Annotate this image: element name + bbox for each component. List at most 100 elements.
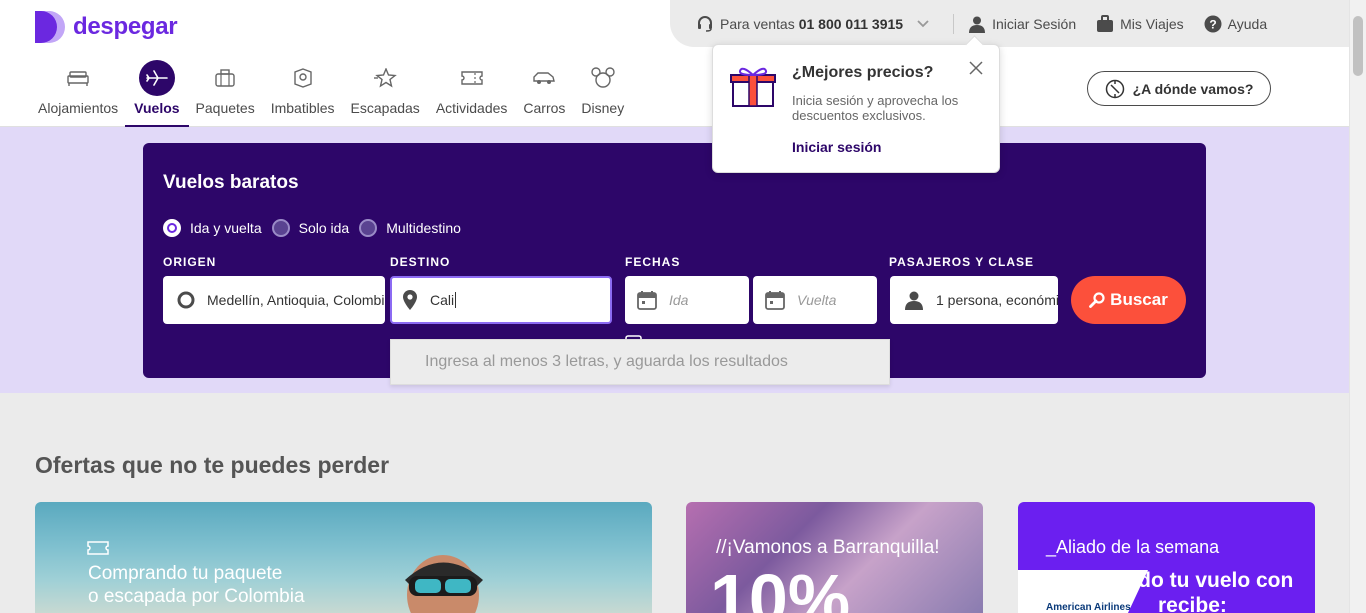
nav-alojamientos[interactable]: Alojamientos	[30, 60, 126, 127]
nav-label: Alojamientos	[38, 100, 119, 116]
search-title: Vuelos baratos	[163, 172, 299, 193]
car-icon	[533, 72, 556, 84]
nav-escapadas[interactable]: Escapadas	[343, 60, 428, 127]
search-icon	[1089, 292, 1105, 308]
badge-icon	[293, 68, 312, 88]
chevron-down-icon	[917, 19, 929, 27]
user-icon	[969, 16, 986, 33]
nav-label: Vuelos	[134, 100, 180, 116]
passengers-value: 1 persona, económica	[936, 292, 1058, 308]
origin-circle-icon	[177, 291, 195, 309]
nav-label: Escapadas	[350, 100, 420, 116]
radio-round-trip[interactable]: Ida y vuelta	[163, 219, 262, 237]
calendar-icon	[637, 291, 657, 310]
search-button-label: Buscar	[1110, 290, 1168, 309]
dates-label: FECHAS	[625, 255, 681, 269]
my-trips-link[interactable]: Mis Viajes	[1096, 14, 1184, 33]
radio-multi-destination[interactable]: Multidestino	[359, 219, 461, 237]
login-link[interactable]: Iniciar Sesión	[968, 15, 1076, 33]
destination-input[interactable]: Cali	[390, 276, 612, 324]
return-placeholder: Vuelta	[797, 292, 837, 308]
help-label: Ayuda	[1227, 15, 1268, 32]
help-icon: ?	[1204, 15, 1222, 32]
destination-value: Cali	[430, 292, 455, 308]
popover-text: Inicia sesión y aprovecha los descuentos…	[792, 93, 959, 123]
radio-circle	[163, 219, 181, 237]
passengers-input[interactable]: 1 persona, económica	[890, 276, 1058, 324]
departure-date-input[interactable]: Ida	[625, 276, 749, 324]
radio-one-way[interactable]: Solo ida	[271, 219, 350, 237]
person-snorkel-image	[405, 555, 483, 613]
my-trips-label: Mis Viajes	[1120, 15, 1184, 32]
close-icon[interactable]	[969, 61, 983, 75]
offer-text: //¡Vamonos a Barranquilla!	[716, 537, 940, 558]
topbar: Para ventas 01 800 011 3915 Iniciar Sesi…	[670, 0, 1349, 47]
nav-label: Imbatibles	[270, 100, 335, 116]
origin-input[interactable]: Medellín, Antioquia, Colombia	[163, 276, 385, 324]
sales-label: Para ventas	[720, 15, 795, 32]
departure-placeholder: Ida	[669, 292, 689, 308]
radio-label: Multidestino	[386, 220, 461, 236]
destination-label: DESTINO	[390, 255, 451, 269]
radio-circle	[271, 219, 290, 237]
nav-label: Carros	[523, 100, 566, 116]
location-pin-icon	[403, 290, 417, 310]
offer-text: Comprando tu paquete o escapada por Colo…	[88, 563, 305, 607]
logo-mark-icon	[35, 11, 66, 43]
sales-number: 01 800 011 3915	[798, 15, 904, 32]
origin-value: Medellín, Antioquia, Colombia	[207, 292, 385, 308]
divider	[953, 13, 955, 34]
svg-text:?: ?	[1209, 17, 1216, 31]
mickey-icon	[591, 67, 615, 88]
radio-circle	[359, 219, 378, 237]
suitcase-icon	[215, 69, 235, 87]
trip-type-group: Ida y vuelta Solo ida Multidestino	[163, 219, 471, 237]
nav-label: Actividades	[435, 100, 508, 116]
nav-actividades[interactable]: Actividades	[428, 60, 516, 127]
destination-suggestions: Ingresa al menos 3 letras, y aguarda los…	[390, 339, 890, 385]
popover-login-link[interactable]: Iniciar sesión	[792, 139, 881, 155]
calendar-icon	[765, 291, 785, 310]
ticket-icon	[460, 71, 483, 85]
nav-paquetes[interactable]: Paquetes	[188, 60, 263, 127]
offer-card-package[interactable]: Comprando tu paquete o escapada por Colo…	[35, 502, 652, 613]
sales-phone[interactable]: Para ventas 01 800 011 3915	[696, 15, 935, 33]
dropdown-hint: Ingresa al menos 3 letras, y aguarda los…	[425, 353, 788, 370]
nav-vuelos[interactable]: Vuelos	[125, 60, 189, 127]
bed-icon	[67, 71, 89, 86]
return-date-input[interactable]: Vuelta	[753, 276, 877, 324]
gift-icon	[730, 67, 776, 107]
nav-disney[interactable]: Disney	[573, 60, 632, 127]
nav-carros[interactable]: Carros	[515, 60, 573, 127]
radio-label: Ida y vuelta	[190, 220, 262, 236]
text-cursor	[455, 292, 457, 308]
header: despegar Para ventas 01 800 011 3915 Ini…	[0, 0, 1349, 127]
product-nav: Alojamientos Vuelos Paquetes Imbatibles …	[30, 60, 632, 127]
page-scrollbar[interactable]	[1349, 0, 1366, 613]
passengers-label: PASAJEROS Y CLASE	[889, 255, 1035, 269]
search-button[interactable]: Buscar	[1071, 276, 1186, 324]
scrollbar-thumb[interactable]	[1353, 16, 1363, 76]
star-icon	[374, 68, 397, 88]
ticket-icon	[87, 541, 109, 555]
plane-icon	[146, 70, 168, 86]
offer-text: Comprando tu vuelo con recibe:	[1046, 569, 1294, 613]
offers-title: Ofertas que no te puedes perder	[35, 452, 390, 478]
offer-discount: 10%	[710, 560, 851, 613]
logo[interactable]: despegar	[35, 11, 178, 43]
compass-icon	[1105, 79, 1124, 98]
radio-label: Solo ida	[298, 220, 350, 236]
headset-icon	[698, 15, 712, 32]
help-link[interactable]: ? Ayuda	[1204, 15, 1267, 33]
login-popover: ¿Mejores precios? Inicia sesión y aprove…	[712, 44, 1000, 173]
offer-card-barranquilla[interactable]: //¡Vamonos a Barranquilla! 10%	[686, 502, 983, 613]
popover-title: ¿Mejores precios?	[792, 64, 934, 81]
luggage-icon	[1097, 14, 1114, 32]
nav-label: Paquetes	[195, 100, 255, 116]
where-to-go-button[interactable]: ¿A dónde vamos?	[1087, 71, 1271, 106]
offer-card-airline-partner[interactable]: _Aliado de la semana American Airlines C…	[1018, 502, 1315, 613]
where-to-go-label: ¿A dónde vamos?	[1132, 80, 1254, 97]
nav-imbatibles[interactable]: Imbatibles	[263, 60, 343, 127]
offer-subtitle: _Aliado de la semana	[1046, 537, 1220, 557]
user-icon	[905, 291, 923, 310]
